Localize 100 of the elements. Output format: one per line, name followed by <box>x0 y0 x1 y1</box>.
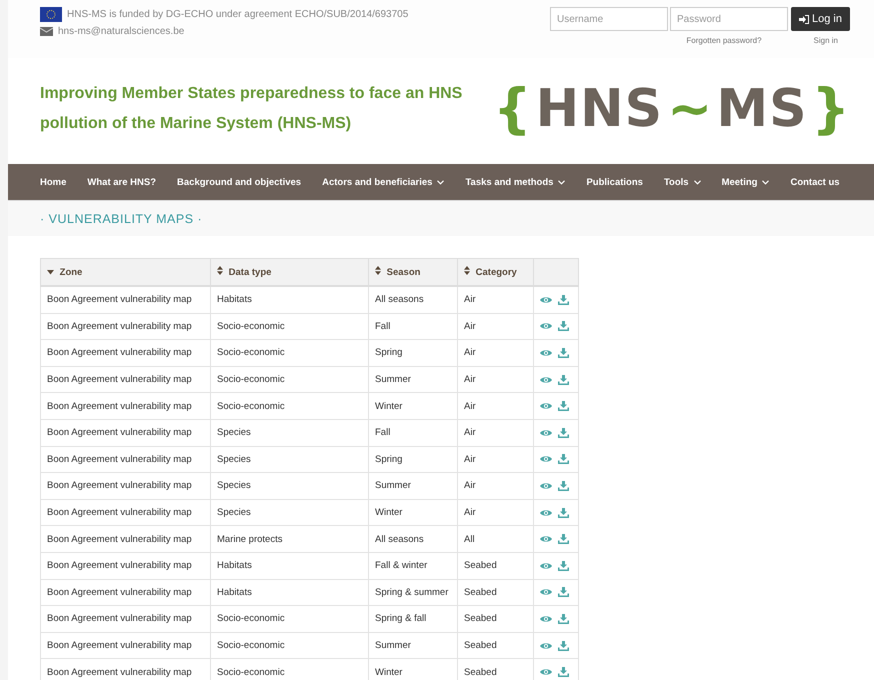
table-cell: Socio-economic <box>210 366 368 393</box>
eye-icon[interactable] <box>540 428 552 437</box>
column-header[interactable]: Data type <box>210 258 368 286</box>
page-title: · VULNERABILITY MAPS · <box>40 212 202 226</box>
column-header[interactable]: Season <box>368 258 458 286</box>
download-icon[interactable] <box>558 480 569 491</box>
table-cell: Fall & winter <box>368 552 458 580</box>
download-icon[interactable] <box>558 534 569 544</box>
eye-icon[interactable] <box>540 322 552 330</box>
envelope-icon <box>40 27 53 36</box>
eye-icon[interactable] <box>540 296 552 304</box>
table-cell: All seasons <box>368 526 458 552</box>
eye-icon[interactable] <box>540 376 552 384</box>
table-cell: Boon Agreement vulnerability map <box>40 392 210 420</box>
login-button[interactable]: Log in <box>791 7 850 31</box>
download-icon[interactable] <box>558 428 569 438</box>
table-cell: Seabed <box>458 552 534 580</box>
eye-icon[interactable] <box>540 508 552 517</box>
table-cell: Species <box>210 419 368 446</box>
chevron-icon <box>437 180 444 184</box>
download-icon[interactable] <box>558 667 569 678</box>
nav-item[interactable]: What are HNS? <box>87 176 156 188</box>
table-cell: Habitats <box>210 579 368 606</box>
download-icon[interactable] <box>558 640 569 650</box>
eye-icon[interactable] <box>540 455 552 464</box>
table-cell: Habitats <box>210 286 368 314</box>
download-icon[interactable] <box>558 508 569 518</box>
download-icon[interactable] <box>558 374 569 385</box>
sign-in-link[interactable]: Sign in <box>814 36 838 45</box>
eye-icon[interactable] <box>540 402 552 410</box>
table-cell: Boon Agreement vulnerability map <box>40 286 210 314</box>
download-icon[interactable] <box>558 348 569 358</box>
site-title: Improving Member States preparedness to face an HNS pollution of the Marine System (HNS-MS) <box>40 84 464 134</box>
nav-item[interactable]: Meeting <box>722 176 770 188</box>
table-cell: Socio-economic <box>210 392 368 420</box>
table-cell: Spring <box>368 446 458 473</box>
table-cell: Habitats <box>210 552 368 580</box>
table-cell: Air <box>458 313 534 340</box>
table-cell: Seabed <box>458 632 534 659</box>
table-cell: Boon Agreement vulnerability map <box>40 419 210 446</box>
table-cell: Boon Agreement vulnerability map <box>40 340 210 366</box>
table-cell: Summer <box>368 472 458 500</box>
forgotten-password-link[interactable]: Forgotten password? <box>686 36 762 45</box>
username-field[interactable]: Username <box>550 7 668 31</box>
table-cell: Species <box>210 472 368 500</box>
table-cell: Boon Agreement vulnerability map <box>40 606 210 632</box>
column-header[interactable]: Zone <box>40 258 210 286</box>
table-cell: Winter <box>368 392 458 420</box>
funding-text: HNS-MS is funded by DG-ECHO under agreement ECHO/SUB/2014/693705 <box>67 9 408 20</box>
nav-item[interactable]: Tools <box>664 176 701 188</box>
table-cell: Socio-economic <box>210 606 368 632</box>
table-cell: All <box>458 526 534 552</box>
table-cell: Summer <box>368 632 458 659</box>
flag-icon <box>40 7 62 22</box>
nav-item[interactable]: Home <box>40 176 66 188</box>
table-cell: Air <box>458 499 534 526</box>
logo[interactable]: {HNS~MS} <box>493 82 850 136</box>
download-icon[interactable] <box>558 294 569 305</box>
eye-icon[interactable] <box>540 348 552 357</box>
table-cell: Spring <box>368 340 458 366</box>
table-cell: Socio-economic <box>210 340 368 366</box>
chevron-icon <box>762 180 770 184</box>
nav-item[interactable]: Contact us <box>790 176 840 188</box>
download-icon[interactable] <box>558 321 569 332</box>
download-icon[interactable] <box>558 454 569 464</box>
eye-icon[interactable] <box>540 588 552 596</box>
table-cell: Socio-economic <box>210 632 368 659</box>
table-cell: Air <box>458 286 534 314</box>
chevron-icon <box>694 180 701 184</box>
nav-item[interactable]: Tasks and methods <box>465 176 566 188</box>
nav-item[interactable]: Background and objectives <box>177 176 302 188</box>
download-icon[interactable] <box>558 614 569 624</box>
table-cell: Air <box>458 419 534 446</box>
table-cell: Boon Agreement vulnerability map <box>40 366 210 393</box>
table-cell: Spring & summer <box>368 579 458 606</box>
email-link[interactable]: hns-ms@naturalsciences.be <box>58 26 184 37</box>
table-cell: Species <box>210 499 368 526</box>
download-icon[interactable] <box>558 587 569 598</box>
nav-item[interactable]: Actors and beneficiaries <box>322 176 444 188</box>
table-cell: Spring & fall <box>368 606 458 632</box>
eye-icon[interactable] <box>540 482 552 490</box>
table-cell: Summer <box>368 366 458 393</box>
download-icon[interactable] <box>558 560 569 571</box>
eye-icon[interactable] <box>540 668 552 676</box>
password-field[interactable]: Password <box>670 7 788 31</box>
sort-icon <box>464 266 470 275</box>
sort-descending-icon <box>47 270 54 274</box>
table-cell: Boon Agreement vulnerability map <box>40 552 210 580</box>
table-cell: Boon Agreement vulnerability map <box>40 526 210 552</box>
nav-item[interactable]: Publications <box>586 176 643 188</box>
table-cell: Air <box>458 446 534 473</box>
column-header[interactable]: Category <box>458 258 534 286</box>
table-cell: Boon Agreement vulnerability map <box>40 658 210 680</box>
table-cell: Air <box>458 366 534 393</box>
eye-icon[interactable] <box>540 614 552 623</box>
eye-icon[interactable] <box>540 562 552 570</box>
eye-icon[interactable] <box>540 535 552 544</box>
table-cell: Air <box>458 392 534 420</box>
eye-icon[interactable] <box>540 642 552 650</box>
download-icon[interactable] <box>558 401 569 412</box>
